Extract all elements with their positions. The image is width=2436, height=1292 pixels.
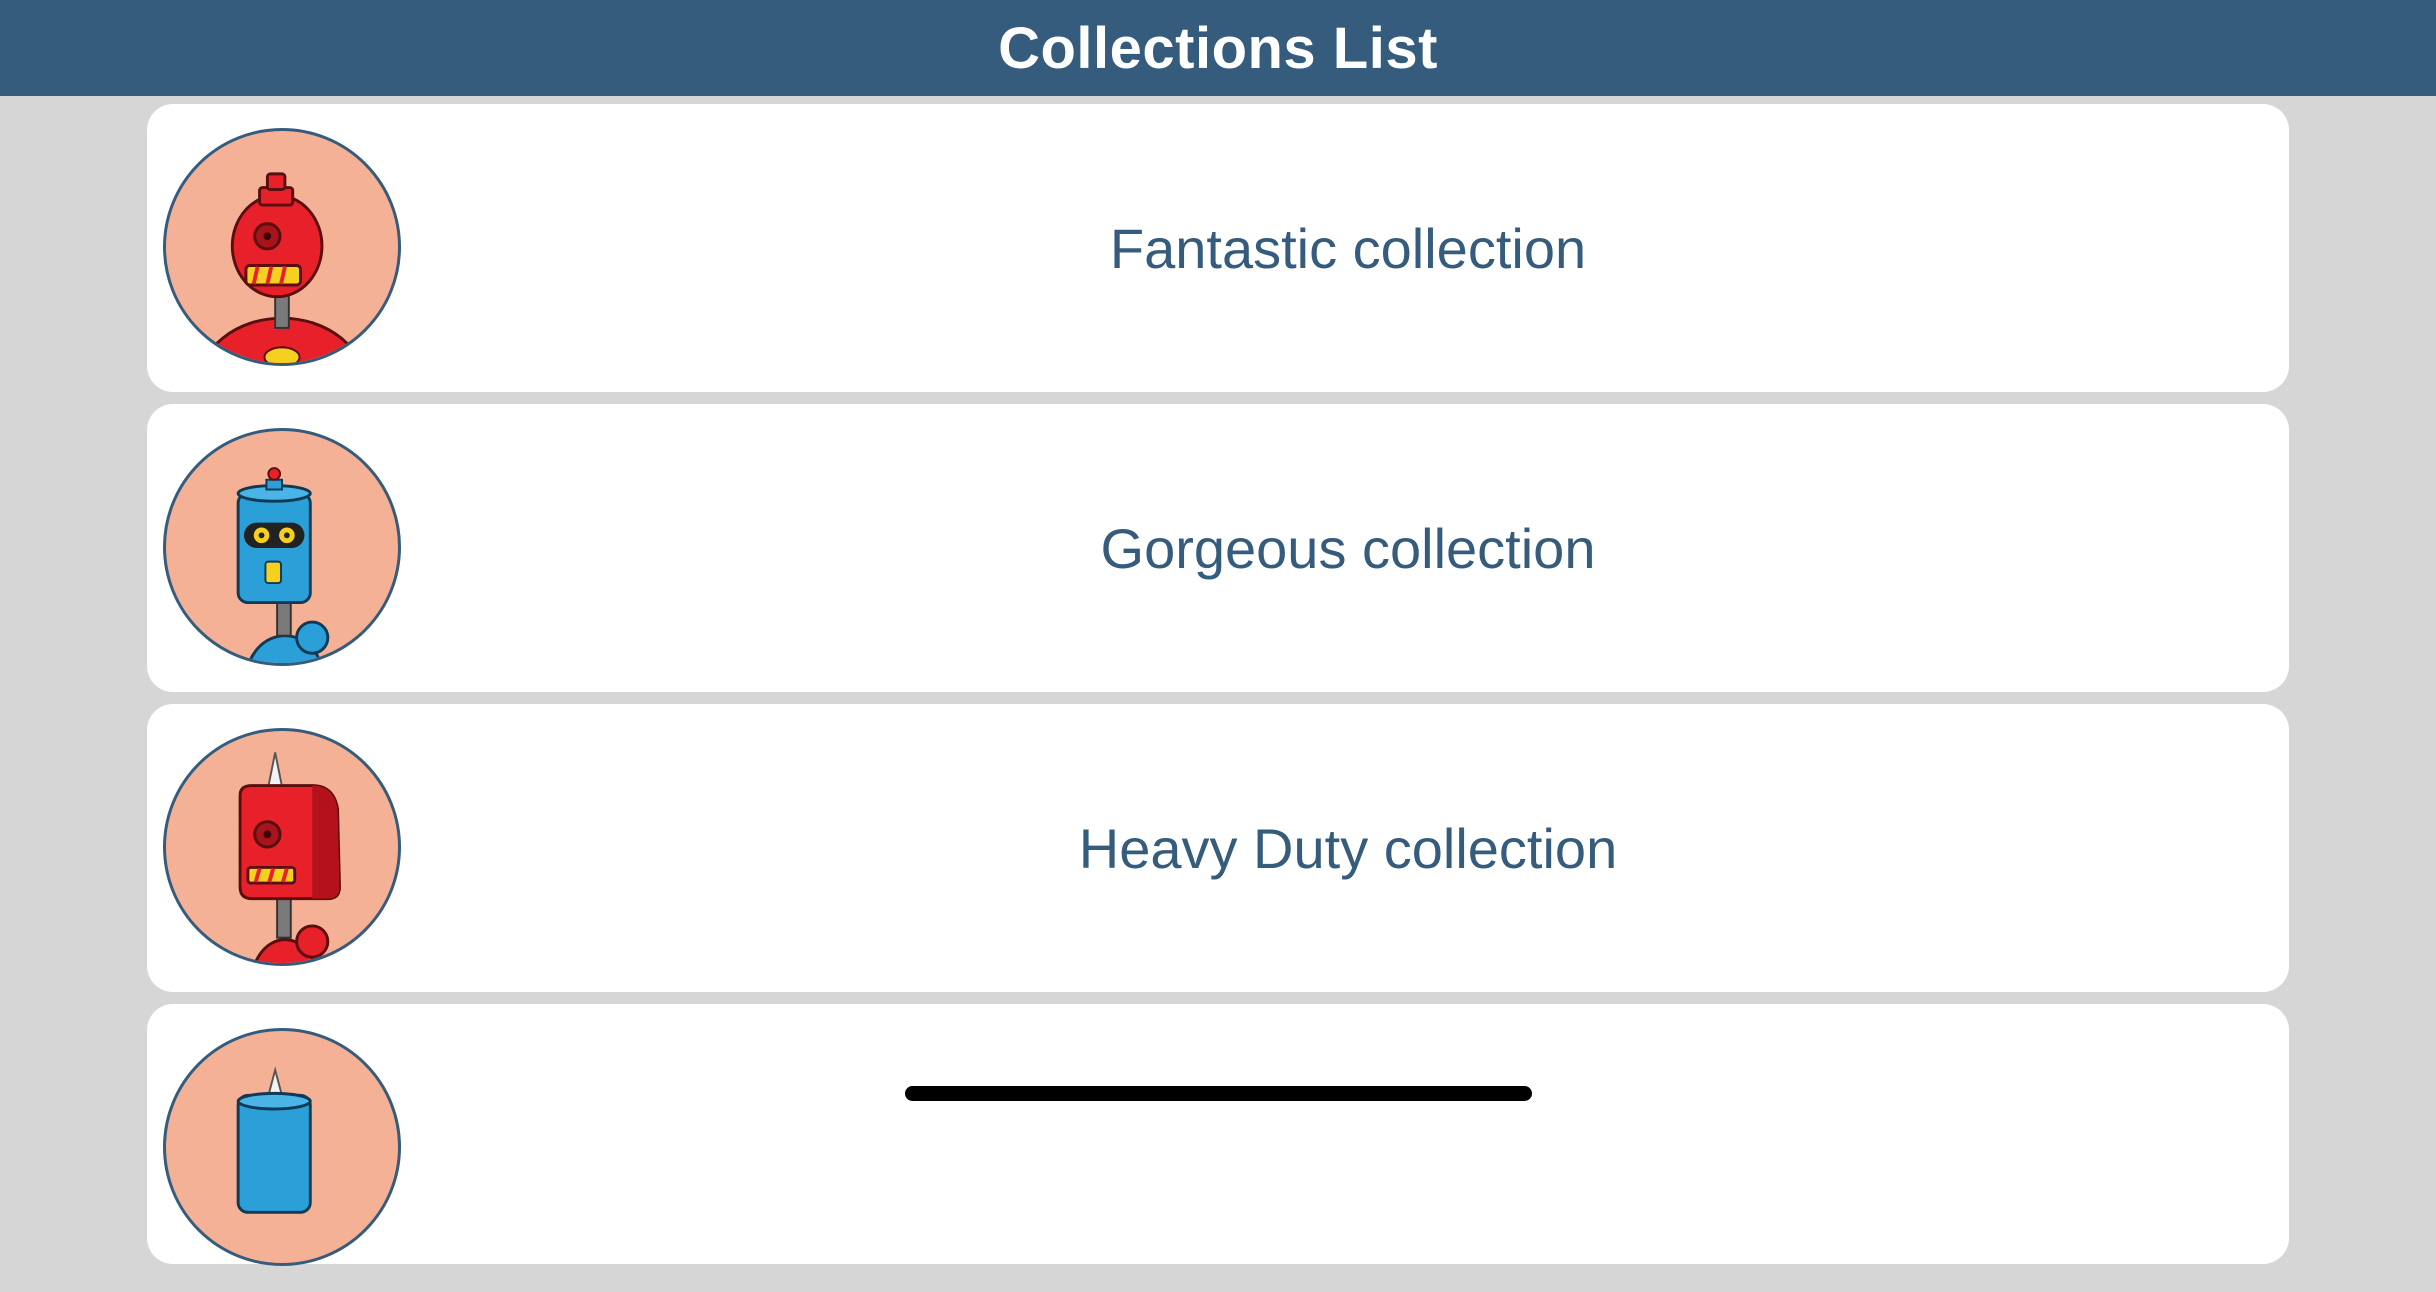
collection-card[interactable]: Heavy Duty collection <box>147 704 2289 992</box>
collection-label: Heavy Duty collection <box>1078 816 1618 880</box>
collections-list[interactable]: Fantastic collection Gorgeous collection… <box>0 0 2436 1266</box>
collection-card[interactable]: Gorgeous collection <box>147 404 2289 692</box>
red-box-robot-icon <box>163 728 401 966</box>
collection-label <box>407 1004 2289 1292</box>
blue-cylinder-robot-icon <box>163 428 401 666</box>
home-indicator[interactable] <box>905 1086 1532 1101</box>
blue-spike-robot-icon <box>163 1028 401 1266</box>
red-round-robot-icon <box>163 128 401 366</box>
collection-label: Fantastic collection <box>1109 216 1587 280</box>
collection-card[interactable] <box>147 1004 2289 1266</box>
collection-card[interactable]: Fantastic collection <box>147 104 2289 392</box>
collection-label: Gorgeous collection <box>1100 516 1596 580</box>
navigation-bar: Collections List <box>0 0 2436 96</box>
page-title: Collections List <box>998 15 1438 81</box>
